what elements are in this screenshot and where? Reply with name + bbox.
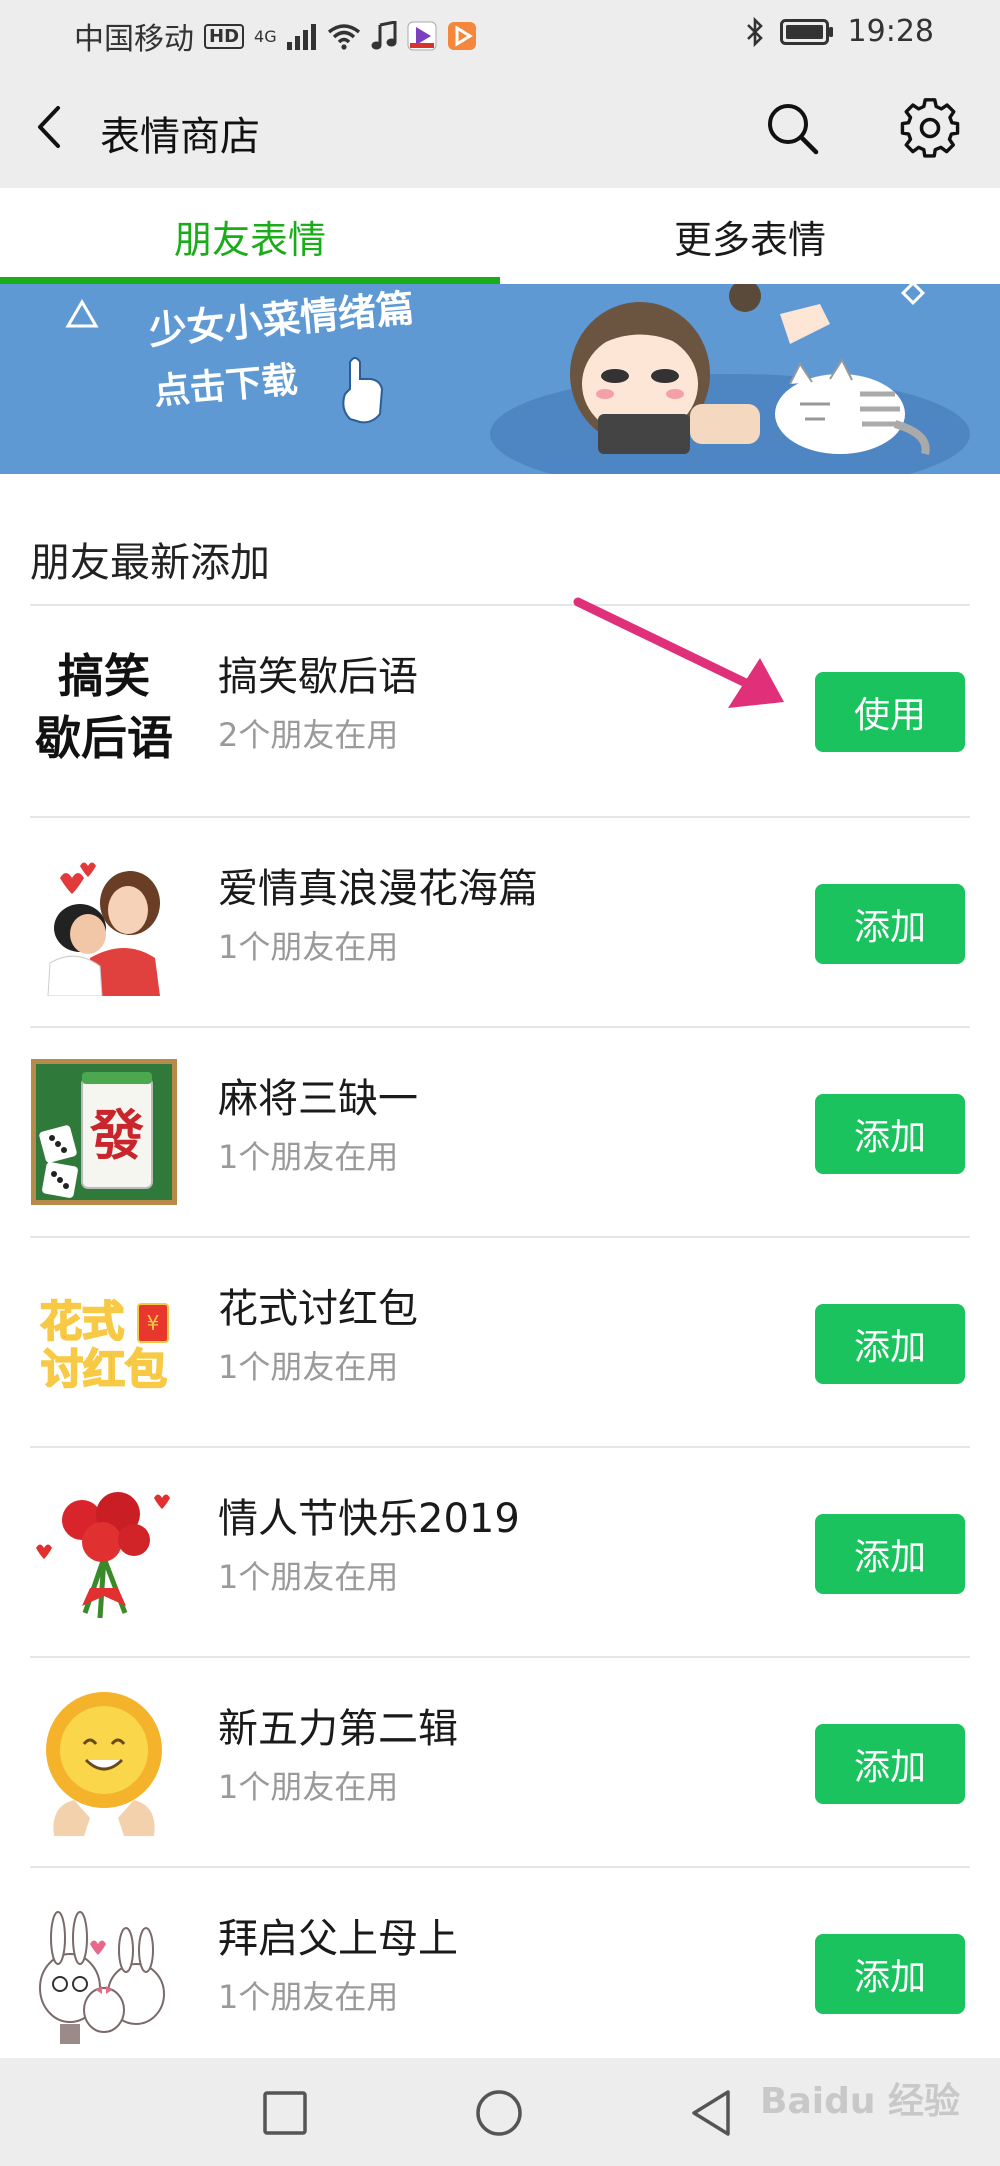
sticker-thumbnail-romance xyxy=(47,862,160,996)
play-app-icon xyxy=(447,22,476,50)
item-name: 搞笑歇后语 xyxy=(218,654,418,700)
list-item[interactable]: 新五力第二辑 1个朋友在用 添加 xyxy=(0,1658,1000,1868)
item-name: 爱情真浪漫花海篇 xyxy=(218,866,538,912)
item-name: 拜启父上母上 xyxy=(218,1916,458,1962)
item-users: 1个朋友在用 xyxy=(218,1558,399,1596)
sticker-thumbnail-jokes: 搞笑 歇后语 xyxy=(35,649,173,765)
annotation-arrow xyxy=(573,597,784,708)
svg-text:讨红包: 讨红包 xyxy=(41,1345,167,1394)
video-app-icon xyxy=(407,21,437,51)
watermark: Baidu 经验 xyxy=(760,2081,961,2122)
item-users: 1个朋友在用 xyxy=(218,928,399,966)
hd-badge: HD xyxy=(204,23,245,49)
recent-apps-icon[interactable] xyxy=(262,2090,308,2136)
add-button[interactable]: 添加 xyxy=(815,1724,965,1804)
wifi-icon xyxy=(327,24,360,50)
svg-text:發: 發 xyxy=(89,1103,144,1167)
item-name: 情人节快乐2019 xyxy=(218,1496,520,1542)
use-button[interactable]: 使用 xyxy=(815,672,965,752)
signal-icon xyxy=(286,24,316,50)
section-title: 朋友最新添加 xyxy=(30,540,270,586)
svg-text:花式: 花式 xyxy=(40,1297,124,1346)
item-name: 新五力第二辑 xyxy=(218,1706,458,1752)
item-users: 1个朋友在用 xyxy=(218,1768,399,1806)
tab-friends-stickers[interactable]: 朋友表情 xyxy=(0,188,500,284)
list-item[interactable]: 情人节快乐2019 1个朋友在用 添加 xyxy=(0,1448,1000,1658)
settings-icon[interactable] xyxy=(898,96,962,160)
list-item[interactable]: 爱情真浪漫花海篇 1个朋友在用 添加 xyxy=(0,818,1000,1028)
add-button[interactable]: 添加 xyxy=(815,884,965,964)
back-icon[interactable] xyxy=(26,102,76,152)
item-users: 1个朋友在用 xyxy=(218,1348,399,1386)
list-item[interactable]: 搞笑 歇后语 搞笑歇后语 2个朋友在用 使用 xyxy=(0,606,1000,816)
clock: 19:28 xyxy=(847,14,934,49)
tab-more-stickers[interactable]: 更多表情 xyxy=(500,188,1000,284)
battery-icon xyxy=(779,18,833,45)
add-button[interactable]: 添加 xyxy=(815,1094,965,1174)
svg-text:歇后语: 歇后语 xyxy=(35,711,173,765)
status-left: 中国移动 HD 4G xyxy=(74,14,477,58)
add-button[interactable]: 添加 xyxy=(815,1304,965,1384)
item-users: 2个朋友在用 xyxy=(218,716,399,754)
network-label: 4G xyxy=(254,26,277,46)
sticker-thumbnail-red-envelope: 花式 讨红包 ¥ xyxy=(39,1296,169,1395)
list-item[interactable]: 發 麻将三缺一 1个朋友在用 添加 xyxy=(0,1028,1000,1238)
add-button[interactable]: 添加 xyxy=(815,1934,965,2014)
tab-bar: 朋友表情 更多表情 xyxy=(0,188,1000,284)
music-icon xyxy=(371,21,397,50)
home-icon[interactable] xyxy=(474,2088,524,2138)
svg-text:搞笑: 搞笑 xyxy=(58,649,150,703)
svg-text:¥: ¥ xyxy=(147,1311,160,1335)
item-users: 1个朋友在用 xyxy=(218,1978,399,2016)
carrier-label: 中国移动 xyxy=(74,22,194,57)
sticker-thumbnail-mahjong: 發 xyxy=(31,1059,177,1205)
item-name: 花式讨红包 xyxy=(218,1286,418,1332)
sticker-thumbnail-rabbits xyxy=(39,1911,165,2044)
item-users: 1个朋友在用 xyxy=(218,1138,399,1176)
top-bar: 表情商店 xyxy=(0,66,1000,188)
list-item[interactable]: 花式 讨红包 ¥ 花式讨红包 1个朋友在用 添加 xyxy=(0,1238,1000,1448)
add-button[interactable]: 添加 xyxy=(815,1514,965,1594)
back-nav-icon[interactable] xyxy=(688,2088,734,2138)
sticker-thumbnail-roses xyxy=(36,1492,170,1619)
page-title: 表情商店 xyxy=(100,114,260,160)
search-icon[interactable] xyxy=(762,98,822,158)
bluetooth-icon xyxy=(746,16,763,47)
banner-art: 少女小菜情绪篇 点击下载 xyxy=(0,284,1000,474)
status-right: 19:28 xyxy=(744,14,934,49)
sticker-thumbnail-sunflower xyxy=(46,1692,162,1836)
item-name: 麻将三缺一 xyxy=(218,1076,418,1122)
status-bar: 中国移动 HD 4G 19:28 xyxy=(0,0,1000,66)
promo-banner[interactable]: 少女小菜情绪篇 点击下载 xyxy=(0,284,1000,474)
list-item[interactable]: 拜启父上母上 1个朋友在用 添加 xyxy=(0,1868,1000,2078)
